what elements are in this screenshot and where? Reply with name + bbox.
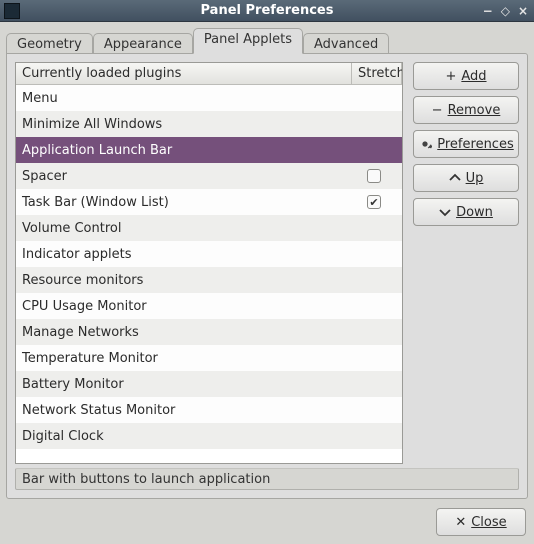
list-item[interactable]: Minimize All Windows xyxy=(16,111,402,137)
list-item[interactable]: Temperature Monitor xyxy=(16,345,402,371)
list-item[interactable]: Resource monitors xyxy=(16,267,402,293)
tab-page-applets: Currently loaded plugins Stretch Menu Min… xyxy=(6,53,528,499)
minus-icon: − xyxy=(432,103,443,118)
down-button-label: Down xyxy=(456,205,493,220)
plugin-name: Application Launch Bar xyxy=(22,143,352,158)
window-title: Panel Preferences xyxy=(0,3,534,18)
list-item[interactable]: Task Bar (Window List) ✔ xyxy=(16,189,402,215)
maximize-icon[interactable]: ◇ xyxy=(501,4,510,18)
tab-advanced[interactable]: Advanced xyxy=(303,33,389,55)
dialog-footer: ✕ Close xyxy=(0,500,534,544)
close-button[interactable]: ✕ Close xyxy=(436,508,526,536)
plugin-name: Network Status Monitor xyxy=(22,403,352,418)
plugin-name: Minimize All Windows xyxy=(22,117,352,132)
plugin-name: Spacer xyxy=(22,169,352,184)
minimize-icon[interactable]: − xyxy=(483,4,493,18)
tab-appearance[interactable]: Appearance xyxy=(93,33,193,55)
close-button-label: Close xyxy=(471,515,506,530)
list-item[interactable]: Volume Control xyxy=(16,215,402,241)
preferences-button-label: Preferences xyxy=(437,137,513,152)
plugin-name: Digital Clock xyxy=(22,429,352,444)
plugin-name: Battery Monitor xyxy=(22,377,352,392)
plugin-name: Task Bar (Window List) xyxy=(22,195,352,210)
plugins-list[interactable]: Currently loaded plugins Stretch Menu Min… xyxy=(15,62,403,464)
list-item[interactable]: Manage Networks xyxy=(16,319,402,345)
preferences-button[interactable]: Preferences xyxy=(413,130,519,158)
window-controls: − ◇ × xyxy=(483,4,534,18)
content-area: Geometry Appearance Panel Applets Advanc… xyxy=(0,22,534,500)
close-x-icon: ✕ xyxy=(455,515,466,530)
plugin-name: Temperature Monitor xyxy=(22,351,352,366)
list-item[interactable]: Indicator applets xyxy=(16,241,402,267)
plugin-name: Resource monitors xyxy=(22,273,352,288)
add-button-label: Add xyxy=(461,69,486,84)
titlebar: Panel Preferences − ◇ × xyxy=(0,0,534,22)
tab-geometry[interactable]: Geometry xyxy=(6,33,93,55)
stretch-cell xyxy=(352,169,396,183)
stretch-cell: ✔ xyxy=(352,195,396,209)
list-item[interactable]: Digital Clock xyxy=(16,423,402,449)
list-item[interactable]: Battery Monitor xyxy=(16,371,402,397)
plugin-name: Indicator applets xyxy=(22,247,352,262)
app-icon xyxy=(4,3,20,19)
list-item[interactable]: Network Status Monitor xyxy=(16,397,402,423)
plugin-name: CPU Usage Monitor xyxy=(22,299,352,314)
close-icon[interactable]: × xyxy=(518,4,528,18)
list-item[interactable]: Menu xyxy=(16,85,402,111)
stretch-checkbox[interactable]: ✔ xyxy=(367,195,381,209)
chevron-down-icon xyxy=(439,206,451,218)
list-item[interactable]: CPU Usage Monitor xyxy=(16,293,402,319)
up-button[interactable]: Up xyxy=(413,164,519,192)
gear-icon xyxy=(418,137,432,151)
list-item[interactable]: Application Launch Bar xyxy=(16,137,402,163)
panel-preferences-window: Panel Preferences − ◇ × Geometry Appeara… xyxy=(0,0,534,544)
status-text: Bar with buttons to launch application xyxy=(22,472,270,487)
column-header-name[interactable]: Currently loaded plugins xyxy=(16,63,352,84)
up-button-label: Up xyxy=(466,171,484,186)
down-button[interactable]: Down xyxy=(413,198,519,226)
plugins-list-body[interactable]: Menu Minimize All Windows Application Laun… xyxy=(16,85,402,463)
list-item[interactable]: Spacer xyxy=(16,163,402,189)
plugin-name: Volume Control xyxy=(22,221,352,236)
status-bar: Bar with buttons to launch application xyxy=(15,468,519,490)
plugin-name: Manage Networks xyxy=(22,325,352,340)
side-buttons: + Add − Remove Preferences xyxy=(413,62,519,464)
plugins-list-header: Currently loaded plugins Stretch xyxy=(16,63,402,85)
tab-panel-applets[interactable]: Panel Applets xyxy=(193,28,303,54)
column-header-stretch[interactable]: Stretch xyxy=(352,63,402,84)
add-button[interactable]: + Add xyxy=(413,62,519,90)
stretch-checkbox[interactable] xyxy=(367,169,381,183)
remove-button[interactable]: − Remove xyxy=(413,96,519,124)
remove-button-label: Remove xyxy=(448,103,501,118)
tab-bar: Geometry Appearance Panel Applets Advanc… xyxy=(6,28,528,54)
applets-main-row: Currently loaded plugins Stretch Menu Min… xyxy=(15,62,519,464)
chevron-up-icon xyxy=(449,172,461,184)
plugin-name: Menu xyxy=(22,91,352,106)
plus-icon: + xyxy=(445,69,456,84)
